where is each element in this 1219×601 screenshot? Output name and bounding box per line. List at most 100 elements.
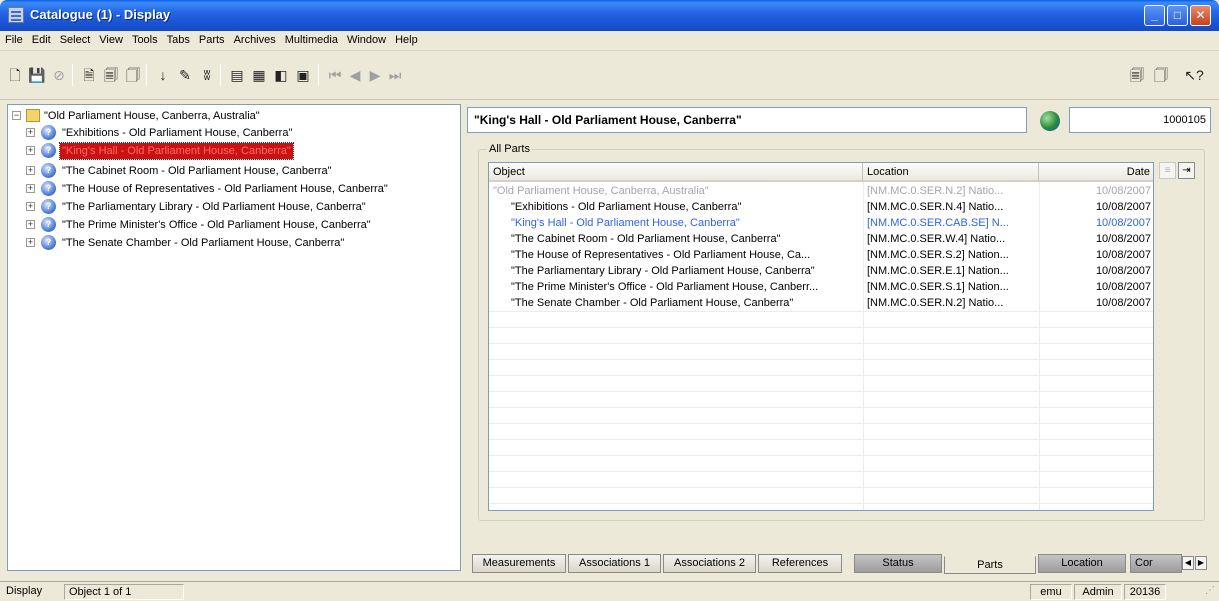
maximize-button[interactable]: □ [1167,5,1188,26]
list-icon[interactable]: ≡ [1159,162,1176,179]
title-bar[interactable]: Catalogue (1) - Display _ □ ✕ [0,0,1219,31]
last-record-icon[interactable]: ⏭ [386,66,404,84]
expand-icon[interactable]: + [26,128,35,137]
row-location[interactable]: [NM.MC.0.SER.N.2] Natio... [867,295,1037,311]
expand-icon[interactable]: + [26,220,35,229]
row-object[interactable]: "Exhibitions - Old Parliament House, Can… [511,199,861,215]
row-date-current[interactable]: 10/08/2007 [1039,215,1151,231]
row-date[interactable]: 10/08/2007 [1039,279,1151,295]
tree-item[interactable]: + ? "The Prime Minister's Office - Old P… [26,217,452,233]
prev-record-icon[interactable]: ◀ [346,66,364,84]
row-location[interactable]: [NM.MC.0.SER.S.1] Nation... [867,279,1037,295]
next-record-icon[interactable]: ▶ [366,66,384,84]
record-add-icon[interactable]: 🗐 [102,66,120,84]
row-date[interactable]: 10/08/2007 [1039,247,1151,263]
tab-associations-1[interactable]: Associations 1 [568,554,661,573]
expand-icon[interactable]: + [26,166,35,175]
menu-multimedia[interactable]: Multimedia [280,31,342,46]
tab-conservation[interactable]: Cor [1130,554,1182,573]
tab-associations-2[interactable]: Associations 2 [663,554,756,573]
row-location[interactable]: [NM.MC.0.SER.W.4] Natio... [867,231,1037,247]
expand-icon[interactable]: + [26,146,35,155]
paste-icon[interactable]: 🗍 [1152,66,1170,84]
row-location[interactable]: [NM.MC.0.SER.S.2] Nation... [867,247,1037,263]
menu-tools[interactable]: Tools [127,31,162,46]
tree-item-label[interactable]: "The House of Representatives - Old Parl… [62,181,388,197]
menu-window[interactable]: Window [342,31,390,46]
tree-item-label[interactable]: "The Parliamentary Library - Old Parliam… [62,199,366,215]
minimize-button[interactable]: _ [1144,5,1165,26]
context-help-icon[interactable]: ↖? [1182,66,1206,84]
row-date[interactable]: 10/08/2007 [1039,263,1151,279]
tree-item[interactable]: + ? "The House of Representatives - Old … [26,181,452,197]
expand-icon[interactable]: + [26,238,35,247]
menu-edit[interactable]: Edit [27,31,55,46]
row-location[interactable]: [NM.MC.0.SER.N.2] Natio... [867,183,1037,199]
column-header-date[interactable]: Date [1039,163,1153,182]
spellcheck-icon[interactable]: ʬ [198,66,216,84]
tree-item-label[interactable]: "King's Hall - Old Parliament House, Can… [59,142,294,160]
row-date[interactable]: 10/08/2007 [1039,199,1151,215]
tab-scroll-left-icon[interactable]: ◀ [1182,556,1194,570]
view-list-icon[interactable]: ▤ [228,66,246,84]
tree-item-label[interactable]: "Exhibitions - Old Parliament House, Can… [62,125,292,141]
row-location-current[interactable]: [NM.MC.0.SER.CAB.SE] N... [867,215,1037,231]
menu-select[interactable]: Select [55,31,95,46]
row-object-current[interactable]: "King's Hall - Old Parliament House, Can… [511,215,861,231]
edit-icon[interactable]: ✎ [176,66,194,84]
hierarchy-tree[interactable]: − "Old Parliament House, Canberra, Austr… [7,104,461,571]
view-page-icon[interactable]: ◧ [272,66,290,84]
menu-file[interactable]: File [0,31,27,46]
row-date[interactable]: 10/08/2007 [1039,183,1151,199]
new-icon[interactable]: 🗋 [6,66,24,84]
tree-root-label[interactable]: "Old Parliament House, Canberra, Austral… [44,108,260,124]
tab-parts[interactable]: Parts [944,556,1036,574]
cancel-icon[interactable]: ⊘ [50,66,68,84]
attach-icon[interactable]: ⇥ [1178,162,1195,179]
row-object[interactable]: "The Senate Chamber - Old Parliament Hou… [511,295,861,311]
tree-root[interactable]: − "Old Parliament House, Canberra, Austr… [12,108,452,124]
menu-view[interactable]: View [94,31,127,46]
record-icon[interactable]: 🗎 [80,66,98,84]
tab-measurements[interactable]: Measurements [472,554,566,573]
tree-item[interactable]: + ? "Exhibitions - Old Parliament House,… [26,125,452,141]
close-button[interactable]: ✕ [1190,5,1211,26]
collapse-icon[interactable]: − [12,111,21,120]
row-object[interactable]: "The House of Representatives - Old Parl… [511,247,861,263]
first-record-icon[interactable]: ⏮ [326,66,344,84]
menu-help[interactable]: Help [390,31,422,46]
resize-grip-icon[interactable]: ⋰ [1205,585,1217,599]
parts-table[interactable]: Object Location Date "Old Parliament Hou… [488,162,1154,511]
column-header-object[interactable]: Object [489,163,863,182]
row-date[interactable]: 10/08/2007 [1039,231,1151,247]
tree-item-selected[interactable]: + ? "King's Hall - Old Parliament House,… [26,142,452,160]
copy-icon[interactable]: 🗐 [1128,66,1146,84]
row-object[interactable]: "The Parliamentary Library - Old Parliam… [511,263,861,279]
tree-item-label[interactable]: "The Cabinet Room - Old Parliament House… [62,163,331,179]
tree-item-label[interactable]: "The Prime Minister's Office - Old Parli… [62,217,371,233]
save-icon[interactable]: 💾 [28,66,46,84]
tree-item[interactable]: + ? "The Senate Chamber - Old Parliament… [26,235,452,251]
irn-field[interactable]: 1000105 [1069,107,1211,133]
row-object[interactable]: "The Cabinet Room - Old Parliament House… [511,231,861,247]
sort-icon[interactable]: ↓ [154,66,172,84]
row-date[interactable]: 10/08/2007 [1039,295,1151,311]
row-object[interactable]: "The Prime Minister's Office - Old Parli… [511,279,861,295]
menu-tabs[interactable]: Tabs [162,31,194,46]
record-delete-icon[interactable]: 🗍 [124,66,142,84]
tree-item-label[interactable]: "The Senate Chamber - Old Parliament Hou… [62,235,344,251]
tab-references[interactable]: References [758,554,842,573]
tab-location[interactable]: Location [1038,554,1126,573]
globe-icon[interactable] [1040,111,1060,131]
column-header-location[interactable]: Location [863,163,1039,182]
expand-icon[interactable]: + [26,202,35,211]
menu-archives[interactable]: Archives [229,31,280,46]
view-form-icon[interactable]: ▣ [294,66,312,84]
tab-scroll-right-icon[interactable]: ▶ [1195,556,1207,570]
row-location[interactable]: [NM.MC.0.SER.N.4] Natio... [867,199,1037,215]
tree-item[interactable]: + ? "The Parliamentary Library - Old Par… [26,199,452,215]
record-title-field[interactable]: "King's Hall - Old Parliament House, Can… [467,107,1027,133]
menu-parts[interactable]: Parts [194,31,229,46]
expand-icon[interactable]: + [26,184,35,193]
row-location[interactable]: [NM.MC.0.SER.E.1] Nation... [867,263,1037,279]
